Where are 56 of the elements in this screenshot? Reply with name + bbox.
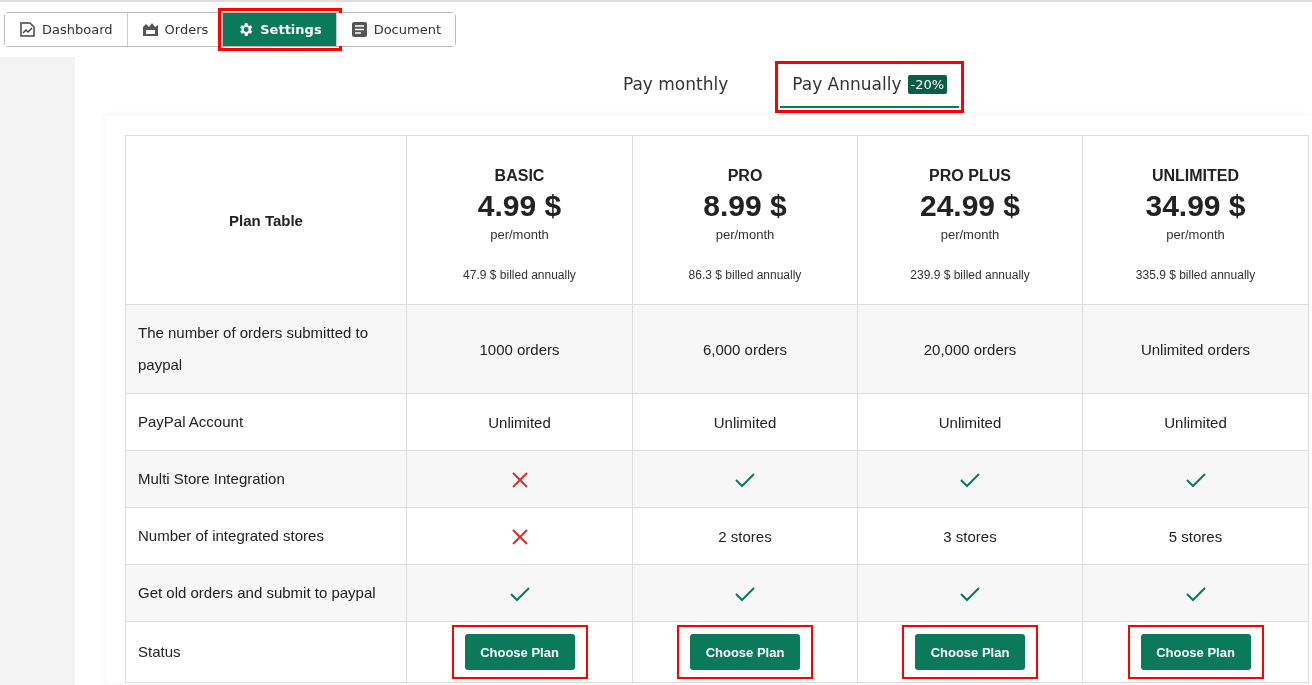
check-icon bbox=[509, 586, 530, 602]
table-cell: Unlimited bbox=[1164, 413, 1227, 431]
cross-icon bbox=[511, 529, 528, 545]
feature-label: Status bbox=[138, 643, 181, 660]
plan-name: UNLIMITED bbox=[1150, 166, 1241, 185]
nav-tab[interactable]: Document bbox=[336, 13, 455, 46]
table-cell: Unlimited bbox=[713, 413, 777, 431]
feature-label: The number of orders submitted to paypal bbox=[138, 324, 369, 373]
feature-label: Multi Store Integration bbox=[138, 470, 285, 487]
table-cell: 3 stores bbox=[943, 527, 997, 545]
feature-label: PayPal Account bbox=[138, 413, 244, 430]
check-icon bbox=[1185, 472, 1206, 488]
price-period: per/month bbox=[714, 226, 776, 242]
check-icon bbox=[735, 472, 755, 488]
choose-plan-button[interactable]: Choose Plan bbox=[915, 634, 1025, 670]
annual-billing-note: 335.9 $ billed annually bbox=[1134, 267, 1257, 282]
document-icon bbox=[350, 21, 368, 38]
discount-badge: -20% bbox=[907, 74, 948, 94]
table-cell: Unlimited bbox=[488, 413, 551, 431]
price-period: per/month bbox=[1165, 226, 1226, 242]
settings-icon bbox=[237, 21, 255, 38]
annual-billing-note: 47.9 $ billed annually bbox=[462, 267, 577, 282]
nav-tab[interactable]: Dashboard bbox=[5, 13, 128, 46]
plan-price: 4.99 $ bbox=[476, 188, 563, 223]
box-icon bbox=[141, 21, 159, 38]
plan-name: PRO PLUS bbox=[928, 166, 1012, 185]
feature-label: Number of integrated stores bbox=[138, 527, 324, 544]
price-period: per/month bbox=[939, 226, 1001, 242]
check-icon bbox=[960, 586, 980, 602]
check-icon bbox=[960, 472, 980, 488]
annual-billing-note: 86.3 $ billed annually bbox=[687, 267, 803, 282]
table-cell: Unlimited orders bbox=[1140, 340, 1251, 358]
table-header: Plan Table bbox=[229, 211, 303, 229]
plan-price: 34.99 $ bbox=[1144, 188, 1247, 223]
plan-price: 8.99 $ bbox=[702, 188, 788, 223]
annual-billing-note: 239.9 $ billed annually bbox=[909, 267, 1031, 282]
choose-plan-button[interactable]: Choose Plan bbox=[1140, 634, 1251, 670]
table-cell: 2 stores bbox=[718, 527, 772, 545]
table-cell: 20,000 orders bbox=[923, 340, 1017, 358]
choose-plan-button[interactable]: Choose Plan bbox=[464, 634, 575, 670]
plan-price: 24.99 $ bbox=[918, 188, 1022, 223]
table-cell: 5 stores bbox=[1168, 527, 1223, 545]
billing-tab[interactable]: Pay Annually -20% bbox=[780, 66, 960, 108]
price-period: per/month bbox=[489, 226, 550, 242]
plan-name: BASIC bbox=[493, 166, 546, 185]
check-icon bbox=[1185, 586, 1206, 602]
table-cell: 1000 orders bbox=[479, 340, 560, 358]
billing-tab[interactable]: Pay monthly bbox=[610, 66, 741, 108]
table-cell: Unlimited bbox=[938, 413, 1002, 431]
cross-icon bbox=[511, 472, 528, 488]
plan-name: PRO bbox=[726, 166, 764, 185]
choose-plan-button[interactable]: Choose Plan bbox=[690, 634, 800, 670]
feature-label: Get old orders and submit to paypal bbox=[138, 584, 376, 601]
table-cell: 6,000 orders bbox=[702, 340, 788, 358]
chart-document-icon bbox=[19, 21, 36, 38]
check-icon bbox=[735, 586, 755, 602]
